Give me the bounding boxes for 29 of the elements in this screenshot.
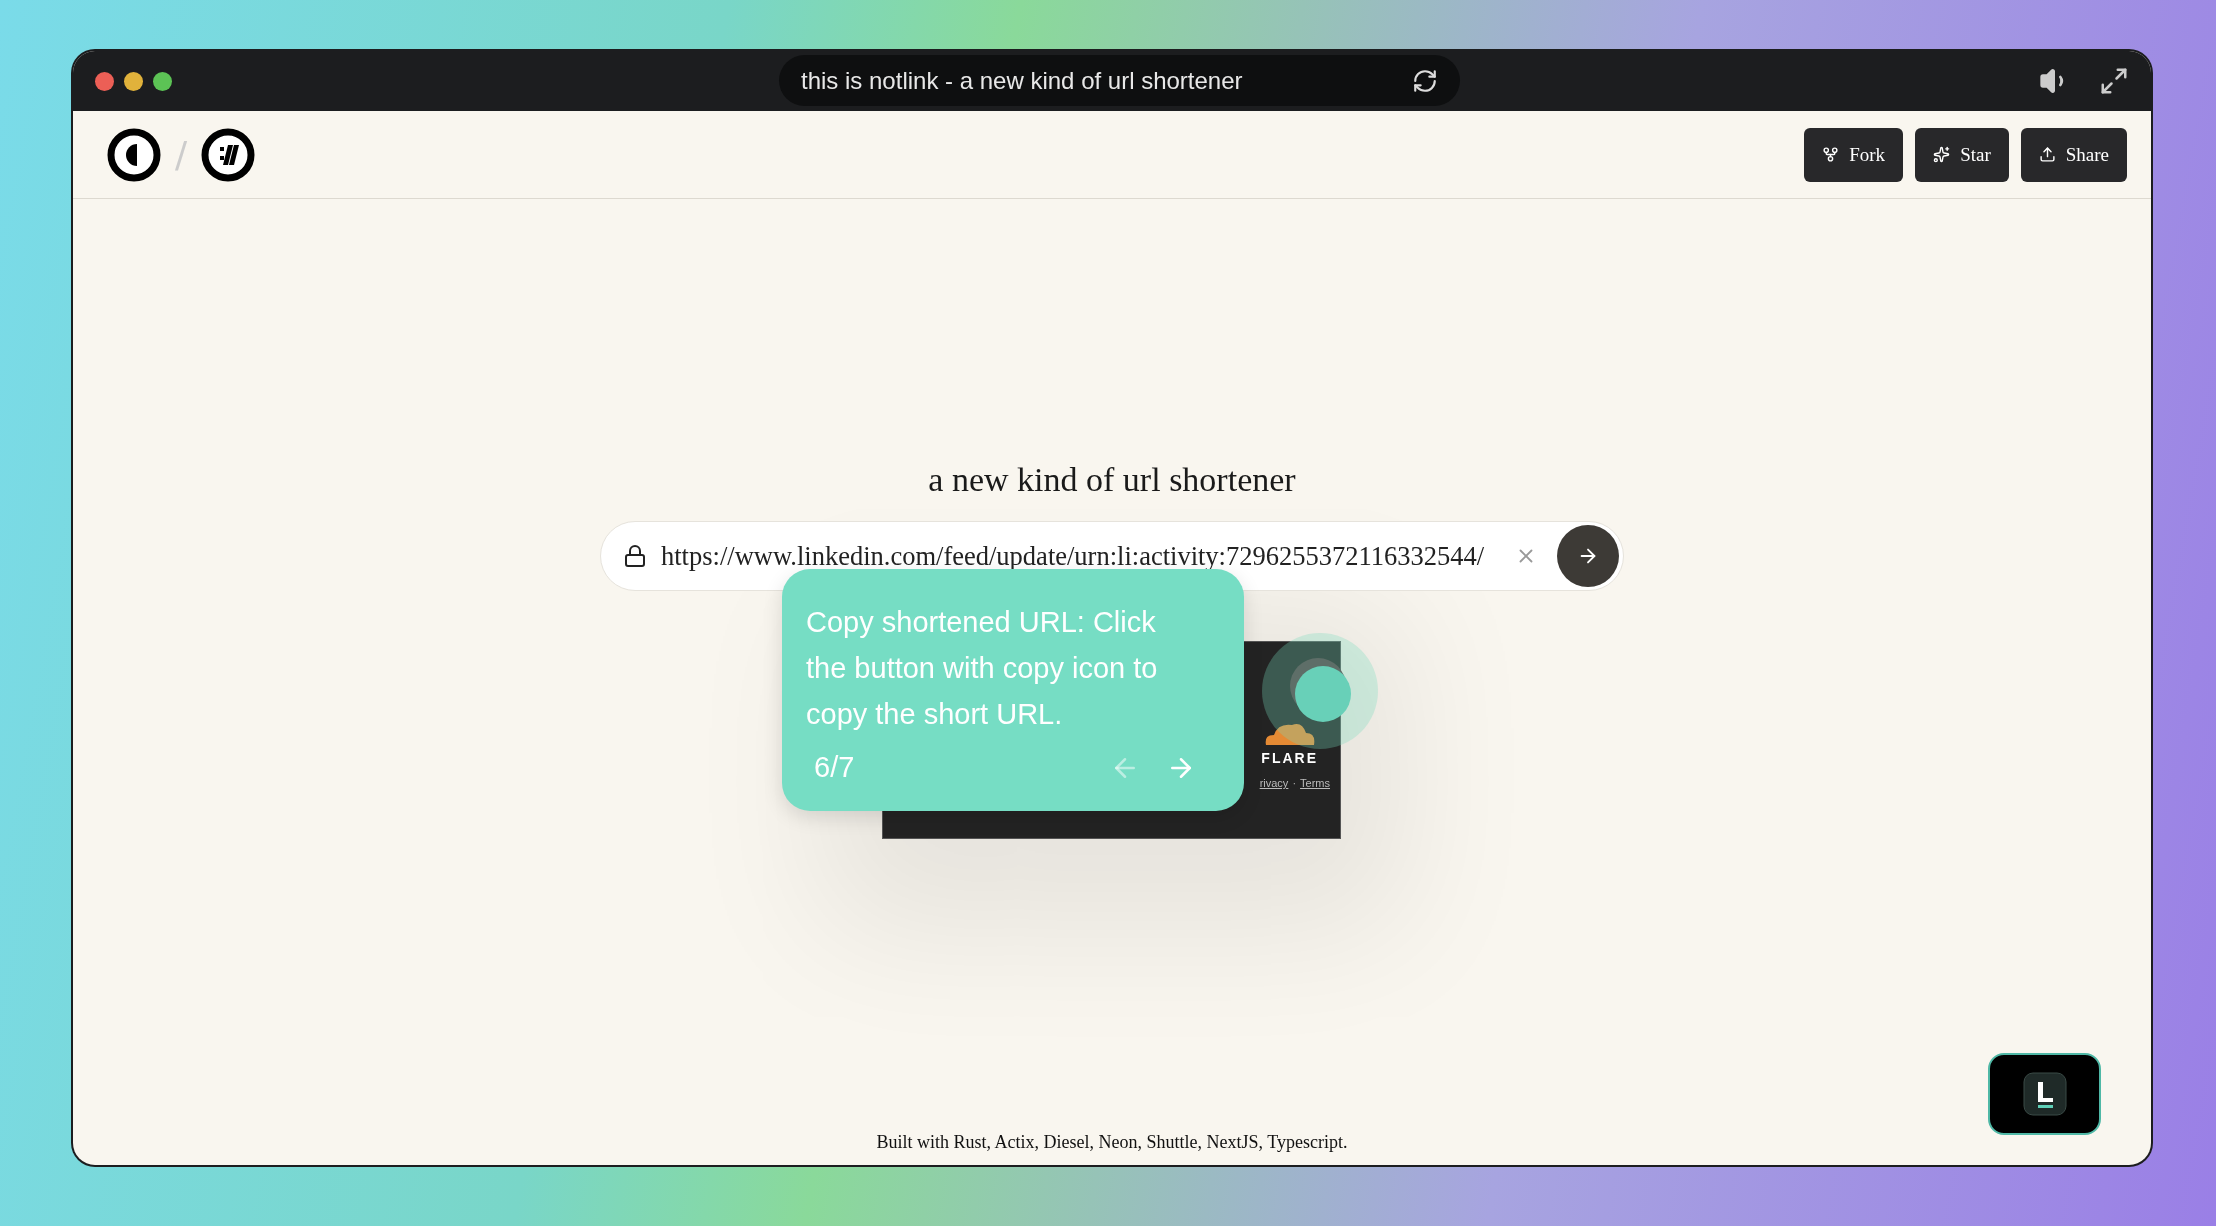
close-window-icon[interactable]	[95, 71, 114, 91]
tooltip-text: Copy shortened URL: Click the button with copy icon to copy the short URL.	[806, 605, 1159, 732]
logo-icon[interactable]	[107, 127, 161, 182]
address-bar[interactable]: this is notlink - a new kind of url shortener	[779, 55, 1460, 106]
fork-icon	[1822, 146, 1840, 163]
floating-app-button[interactable]	[1988, 1053, 2101, 1135]
minimize-window-icon[interactable]	[124, 71, 143, 91]
url-input-field[interactable]: https://www.linkedin.com/feed/update/urn:li:activity:7296255372116332544/	[659, 539, 1515, 573]
sparkle-icon	[1933, 146, 1951, 163]
step-counter: 6/7	[814, 751, 856, 784]
share-button[interactable]: Share	[2020, 127, 2127, 182]
footer-link[interactable]: Terms	[1300, 777, 1330, 789]
lock-icon	[623, 544, 647, 568]
fork-button[interactable]: Fork	[1804, 127, 1904, 182]
slash-separator: /	[175, 134, 188, 175]
brand-text: FLARE	[1261, 750, 1318, 766]
expand-icon[interactable]	[2099, 66, 2129, 96]
zoom-window-icon[interactable]	[153, 71, 172, 91]
address-text: this is notlink - a new kind of url shortener	[801, 66, 1244, 95]
app-logo-icon	[2022, 1072, 2067, 1116]
refresh-icon[interactable]	[1412, 67, 1438, 94]
link-separator: ·	[1292, 777, 1297, 789]
footer-text: Built with Rust, Actix, Diesel, Neon, Shuttle, NextJS, Typescript.	[876, 1132, 1348, 1152]
upload-icon	[2038, 146, 2056, 163]
logo-icon[interactable]	[201, 127, 256, 182]
submit-button[interactable]	[1557, 525, 1619, 587]
star-button[interactable]: Star	[1915, 127, 2009, 182]
page-heading: a new kind of url shortener	[928, 461, 1296, 499]
footer-link[interactable]: rivacy	[1259, 777, 1289, 789]
